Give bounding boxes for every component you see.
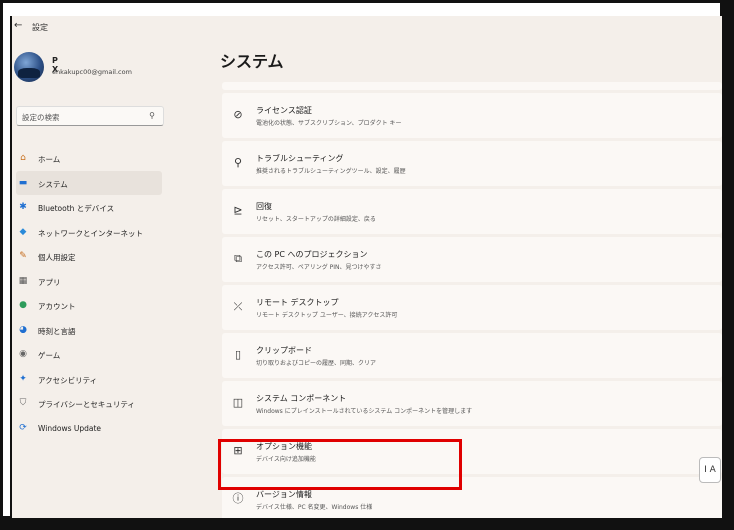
settings-row-recovery[interactable]: ⊵ 回復リセット、スタートアップの詳細設定、戻る bbox=[222, 189, 722, 234]
sidebar-item-label: アクセシビリティ bbox=[38, 375, 98, 385]
avatar bbox=[14, 52, 44, 82]
settings-row-title: リモート デスクトップ bbox=[256, 298, 339, 307]
settings-row-title: システム コンポーネント bbox=[256, 394, 347, 403]
sidebar-item-windows-update[interactable]: ⟳ Windows Update bbox=[16, 416, 162, 441]
sidebar-item-shield[interactable]: ⛉ プライバシーとセキュリティ bbox=[16, 391, 162, 416]
edge-tab[interactable]: I A bbox=[699, 457, 721, 483]
accessibility-icon: ✦ bbox=[19, 373, 27, 384]
settings-row-subtitle: アクセス許可、ペアリング PIN、見つけやすさ bbox=[256, 264, 382, 271]
remote-desktop-icon: ⤫ bbox=[233, 300, 243, 313]
sidebar-item-label: アプリ bbox=[38, 277, 61, 287]
account-icon: ● bbox=[19, 300, 27, 310]
sidebar-item-time-language[interactable]: ◕ 時刻と言語 bbox=[16, 318, 162, 343]
sidebar-item-accessibility[interactable]: ✦ アクセシビリティ bbox=[16, 367, 162, 392]
search-input[interactable]: 設定の検索 ⚲ bbox=[16, 106, 164, 126]
settings-row-title: ライセンス認証 bbox=[256, 106, 312, 115]
highlight-box bbox=[218, 439, 462, 490]
settings-row-title: 回復 bbox=[256, 202, 272, 211]
sidebar-item-bluetooth[interactable]: ✱ Bluetooth とデバイス bbox=[16, 195, 162, 220]
settings-row-subtitle: 推奨されるトラブルシューティングツール、設定、履歴 bbox=[256, 168, 406, 175]
gaming-icon: ◉ bbox=[19, 349, 27, 359]
search-placeholder: 設定の検索 bbox=[22, 113, 60, 122]
settings-row-clipboard[interactable]: ▯ クリップボード切り取りおよびコピーの履歴、同期、クリア bbox=[222, 333, 722, 378]
wrench-icon: ⚲ bbox=[233, 156, 243, 169]
sidebar-item-home[interactable]: ⌂ ホーム bbox=[16, 146, 162, 171]
sidebar-item-gaming[interactable]: ◉ ゲーム bbox=[16, 342, 162, 367]
windows-update-icon: ⟳ bbox=[19, 422, 27, 433]
search-icon: ⚲ bbox=[149, 111, 155, 120]
sidebar-item-label: Bluetooth とデバイス bbox=[38, 204, 115, 213]
sidebar-item-label: システム bbox=[38, 179, 68, 189]
settings-row-subtitle: 切り取りおよびコピーの履歴、同期、クリア bbox=[256, 360, 377, 367]
settings-row-title: バージョン情報 bbox=[256, 490, 312, 499]
personalization-icon: ✎ bbox=[19, 251, 27, 261]
sidebar-item-label: 個人用設定 bbox=[38, 253, 76, 262]
apps-icon: ▦ bbox=[18, 275, 28, 286]
sidebar: P X enkakupc00@gmail.com 設定の検索 ⚲ ⌂ ホーム ▬ シス… bbox=[12, 38, 172, 518]
title-bar: ← 設定 bbox=[12, 16, 722, 38]
sidebar-item-label: プライバシーとセキュリティ bbox=[38, 400, 135, 409]
settings-row-title: この PC へのプロジェクション bbox=[256, 250, 368, 259]
sidebar-item-label: ゲーム bbox=[38, 351, 61, 360]
check-circle-icon: ⊘ bbox=[233, 108, 243, 121]
settings-row-title: トラブルシューティング bbox=[256, 154, 344, 163]
sidebar-item-system[interactable]: ▬ システム bbox=[16, 170, 162, 195]
sidebar-item-label: アカウント bbox=[38, 302, 76, 311]
partial-row bbox=[222, 82, 722, 90]
clipboard-icon: ▯ bbox=[234, 348, 242, 361]
page-title: システム bbox=[220, 52, 284, 71]
sidebar-item-label: ネットワークとインターネット bbox=[38, 228, 143, 238]
settings-row-projection[interactable]: ⧉ この PC へのプロジェクションアクセス許可、ペアリング PIN、見つけやすさ bbox=[222, 237, 722, 282]
settings-row-remote-desktop[interactable]: ⤫ リモート デスクトップリモート デスクトップ ユーザー、接続アクセス許可 bbox=[222, 285, 722, 330]
settings-row-component[interactable]: ◫ システム コンポーネント Windows にプレインストールされているシステム … bbox=[222, 381, 722, 426]
settings-row-check-circle[interactable]: ⊘ ライセンス認証電池化の状態、サブスクリプション、プロダクト キー bbox=[222, 93, 722, 138]
network-icon: ◆ bbox=[19, 226, 27, 237]
sidebar-item-label: Windows Update bbox=[38, 423, 102, 433]
window-title: 設定 bbox=[32, 23, 48, 32]
settings-row-title: クリップボード bbox=[256, 346, 312, 355]
recovery-icon: ⊵ bbox=[233, 204, 243, 217]
settings-row-wrench[interactable]: ⚲ トラブルシューティング推奨されるトラブルシューティングツール、設定、履歴 bbox=[222, 141, 722, 186]
sidebar-item-apps[interactable]: ▦ アプリ bbox=[16, 269, 162, 294]
shield-icon: ⛉ bbox=[19, 398, 27, 408]
settings-row-subtitle: デバイス仕様、PC 名変更、Windows 仕様 bbox=[256, 504, 373, 511]
sidebar-item-label: ホーム bbox=[38, 155, 61, 164]
sidebar-item-label: 時刻と言語 bbox=[38, 326, 76, 336]
profile-email: enkakupc00@gmail.com bbox=[52, 68, 132, 76]
back-arrow-icon[interactable]: ← bbox=[14, 20, 22, 31]
time-language-icon: ◕ bbox=[19, 324, 27, 335]
info-icon: ⓘ bbox=[232, 492, 244, 505]
projection-icon: ⧉ bbox=[234, 252, 242, 265]
sidebar-item-account[interactable]: ● アカウント bbox=[16, 293, 162, 318]
component-icon: ◫ bbox=[232, 396, 244, 409]
settings-row-subtitle: 電池化の状態、サブスクリプション、プロダクト キー bbox=[256, 120, 402, 127]
system-icon: ▬ bbox=[18, 177, 28, 188]
home-icon: ⌂ bbox=[20, 153, 26, 163]
bluetooth-icon: ✱ bbox=[19, 202, 27, 212]
sidebar-nav: ⌂ ホーム ▬ システム ✱ Bluetooth とデバイス ◆ ネットワークとインターネット… bbox=[12, 146, 172, 440]
sidebar-item-personalization[interactable]: ✎ 個人用設定 bbox=[16, 244, 162, 269]
sidebar-item-network[interactable]: ◆ ネットワークとインターネット bbox=[16, 220, 162, 245]
settings-row-subtitle: Windows にプレインストールされているシステム コンポーネントを管理します bbox=[256, 408, 473, 415]
settings-row-subtitle: リセット、スタートアップの詳細設定、戻る bbox=[256, 216, 376, 223]
settings-row-subtitle: リモート デスクトップ ユーザー、接続アクセス許可 bbox=[256, 312, 398, 319]
